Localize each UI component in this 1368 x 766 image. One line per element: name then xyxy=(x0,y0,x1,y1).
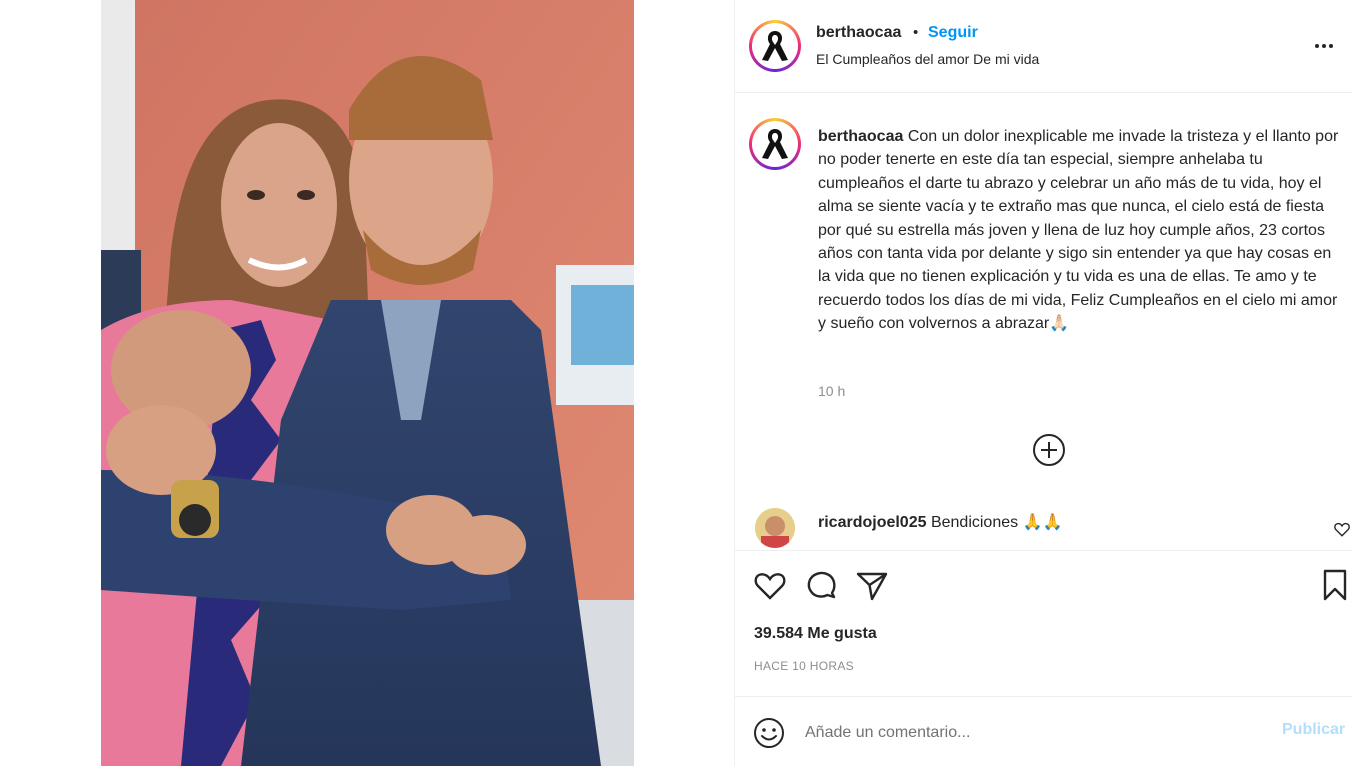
more-options-icon[interactable] xyxy=(1315,36,1337,56)
commenter-avatar[interactable] xyxy=(755,508,795,548)
caption-text: berthaocaa Con un dolor inexplicable me … xyxy=(818,125,1344,336)
likes-count[interactable]: 39.584 Me gusta xyxy=(754,625,877,643)
caption-body: Con un dolor inexplicable me invade la t… xyxy=(818,128,1339,333)
comment-item: ricardojoel025 Bendiciones 🙏🙏 xyxy=(735,505,1352,550)
black-ribbon-icon xyxy=(762,31,788,61)
publish-button[interactable]: Publicar xyxy=(1282,721,1345,739)
post-media-pane xyxy=(0,0,734,766)
black-ribbon-icon xyxy=(762,129,788,159)
add-circle-icon[interactable] xyxy=(1032,433,1066,467)
emoji-icon[interactable] xyxy=(753,717,785,749)
comment-like-heart-icon[interactable] xyxy=(1333,520,1351,538)
bookmark-icon[interactable] xyxy=(1317,567,1353,603)
author-avatar[interactable] xyxy=(749,20,801,72)
commenter-photo xyxy=(755,508,795,548)
actions-divider xyxy=(735,550,1352,551)
post-header: berthaocaa • Seguir El Cumpleaños del am… xyxy=(735,0,1352,93)
comment-icon[interactable] xyxy=(803,567,839,603)
caption-username[interactable]: berthaocaa xyxy=(818,128,903,145)
follow-button[interactable]: Seguir xyxy=(928,24,978,42)
comment-text: ricardojoel025 Bendiciones 🙏🙏 xyxy=(818,512,1062,532)
add-comment-bar: Publicar xyxy=(735,696,1352,766)
couple-photo-illustration xyxy=(101,0,634,766)
post-details-panel: berthaocaa • Seguir El Cumpleaños del am… xyxy=(735,0,1352,766)
comment-body: Bendiciones 🙏🙏 xyxy=(930,514,1063,531)
heart-icon[interactable] xyxy=(752,567,788,603)
paper-plane-icon[interactable] xyxy=(854,567,890,603)
post-location[interactable]: El Cumpleaños del amor De mi vida xyxy=(816,51,1039,67)
author-username[interactable]: berthaocaa xyxy=(816,24,901,42)
caption-block: berthaocaa Con un dolor inexplicable me … xyxy=(735,93,1352,493)
window-edge xyxy=(1352,0,1368,766)
separator-dot: • xyxy=(913,24,919,41)
post-photo[interactable] xyxy=(101,0,634,766)
post-timestamp[interactable]: HACE 10 HORAS xyxy=(754,659,854,673)
caption-avatar[interactable] xyxy=(749,118,801,170)
comment-username[interactable]: ricardojoel025 xyxy=(818,514,927,531)
comment-input[interactable] xyxy=(805,717,1245,749)
caption-timestamp[interactable]: 10 h xyxy=(818,383,845,399)
